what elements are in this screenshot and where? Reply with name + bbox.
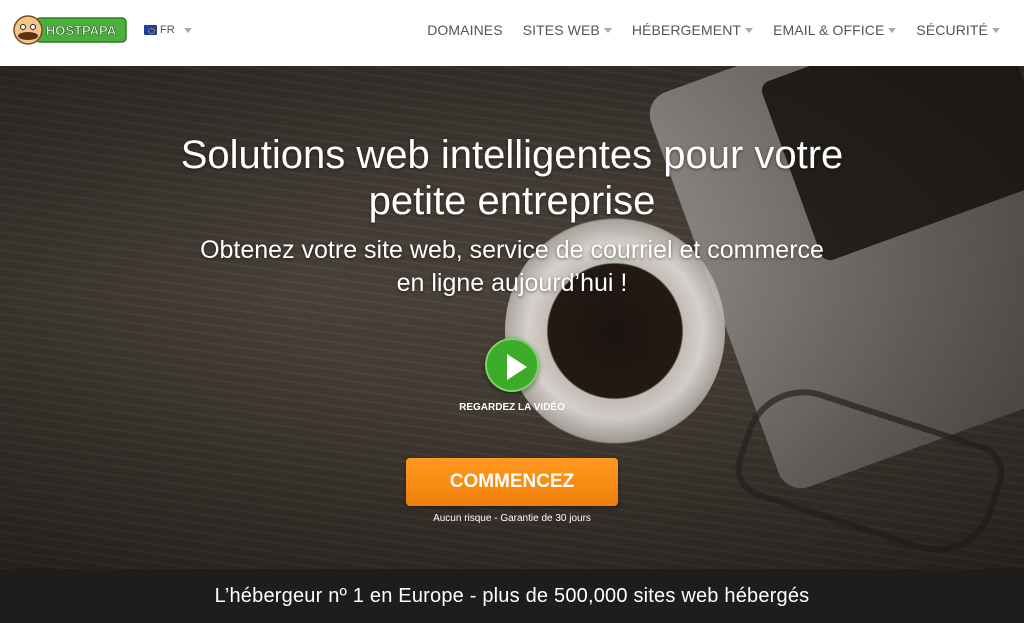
nav-item-hebergement[interactable]: HÉBERGEMENT bbox=[631, 22, 754, 38]
chevron-down-icon bbox=[992, 27, 1000, 33]
commencez-button[interactable]: COMMENCEZ bbox=[406, 458, 618, 506]
nav-item-email-office[interactable]: EMAIL & OFFICE bbox=[773, 22, 897, 38]
chevron-down-icon bbox=[183, 27, 192, 33]
bottom-banner: L’hébergeur nº 1 en Europe - plus de 500… bbox=[0, 569, 1024, 623]
hero-subtitle-line-2: en ligne aujourd’hui ! bbox=[396, 269, 628, 297]
play-icon bbox=[507, 354, 527, 380]
guarantee-note: Aucun risque - Garantie de 30 jours bbox=[433, 513, 591, 524]
nav-item-securite[interactable]: SÉCURITÉ bbox=[916, 22, 1000, 38]
logo-text: HOSTPAPA bbox=[46, 23, 117, 38]
hero-title: Solutions web intelligentes pour votre p… bbox=[112, 132, 912, 224]
main-nav: DOMAINES SITES WEB HÉBERGEMENT EMAIL & O… bbox=[427, 22, 1000, 38]
chevron-down-icon bbox=[888, 27, 897, 33]
hero-title-line-1: Solutions web intelligentes pour votre bbox=[180, 133, 844, 177]
hero-subtitle: Obtenez votre site web, service de courr… bbox=[112, 234, 912, 300]
chevron-down-icon bbox=[603, 27, 612, 33]
site-header: HOSTPAPA FR DOMAINES SITES WEB HÉBERGEME… bbox=[0, 0, 1024, 66]
bottom-banner-text: L’hébergeur nº 1 en Europe - plus de 500… bbox=[214, 584, 810, 607]
video-label[interactable]: REGARDEZ LA VIDÉO bbox=[412, 402, 612, 413]
hero-title-line-2: petite entreprise bbox=[368, 179, 656, 223]
nav-item-label: EMAIL & OFFICE bbox=[773, 22, 885, 38]
hero-section: Solutions web intelligentes pour votre p… bbox=[0, 66, 1024, 569]
hostpapa-logo[interactable]: HOSTPAPA bbox=[12, 12, 128, 48]
chevron-down-icon bbox=[745, 27, 754, 33]
nav-item-label: DOMAINES bbox=[427, 22, 503, 38]
nav-item-label: SITES WEB bbox=[522, 22, 600, 38]
hero-subtitle-line-1: Obtenez votre site web, service de courr… bbox=[200, 236, 824, 264]
eu-flag-icon bbox=[144, 25, 157, 35]
language-selector[interactable]: FR bbox=[144, 24, 192, 36]
nav-item-domaines[interactable]: DOMAINES bbox=[427, 22, 502, 38]
nav-item-sites-web[interactable]: SITES WEB bbox=[523, 22, 612, 38]
nav-item-label: SÉCURITÉ bbox=[916, 22, 988, 38]
nav-item-label: HÉBERGEMENT bbox=[631, 22, 742, 38]
language-code: FR bbox=[160, 24, 175, 36]
play-video-button[interactable] bbox=[485, 338, 539, 392]
